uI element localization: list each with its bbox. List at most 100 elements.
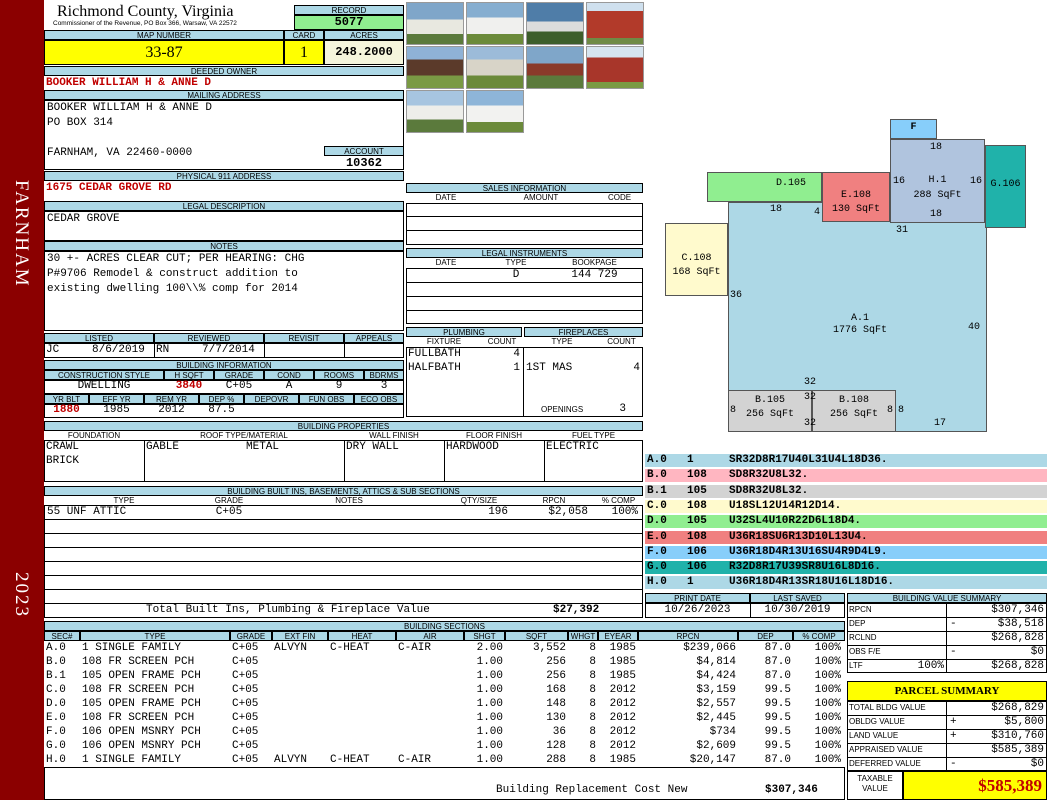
physical-address: 1675 CEDAR GROVE RD	[46, 182, 172, 194]
sections-col-header: EXT FIN	[272, 631, 328, 641]
bdrms-value: 3	[380, 380, 388, 392]
sketch-b1-area: 256 SqFt	[745, 409, 794, 420]
map-number: 33-87	[44, 40, 284, 65]
section-cell: G.0	[46, 740, 66, 752]
vector-row[interactable]: E.0 108 U36R18SU6R13D10L13U4.	[645, 530, 1047, 544]
legal-description-label: LEGAL DESCRIPTION	[44, 201, 404, 211]
section-cell: 8	[589, 754, 596, 766]
section-row[interactable]: B.0 108 FR SCREEN PCH C+05 1.00 256 8 1985 $4,8…	[44, 655, 845, 669]
bvs-rpcn-label: RPCN	[849, 605, 872, 614]
vector-vec: SR32D8R17U40L31U4L18D36.	[729, 454, 888, 466]
vector-row[interactable]: F.0 106 U36R18D4R13U16SU4R9D4L9.	[645, 545, 1047, 559]
notes-line1: 30 +- ACRES CLEAR CUT; PER HEARING: CHG	[47, 253, 305, 265]
section-row[interactable]: F.0 106 OPEN MSNRY PCH C+05 1.00 36 8 2012 $734…	[44, 725, 845, 739]
vector-row[interactable]: D.0 105 U32SL4U10R22D6L18D4.	[645, 515, 1047, 529]
li-h-bookpage: BOOKPAGE	[572, 258, 617, 267]
building-info-label: BUILDING INFORMATION	[44, 360, 404, 370]
section-row[interactable]: A.0 1 SINGLE FAMILY C+05 ALVYN C-HEAT C-AIR 2.…	[44, 641, 845, 655]
section-cell: 100%	[814, 740, 841, 752]
acres-label: ACRES	[324, 30, 404, 40]
house-photo-6[interactable]	[466, 90, 524, 133]
h-wall: WALL FINISH	[369, 431, 419, 440]
plumb-count-1: 4	[513, 348, 520, 360]
section-cell: 108 FR SCREEN PCH	[82, 656, 195, 668]
sections-col-header: SHGT	[464, 631, 505, 641]
bvs-obs: $0	[1030, 646, 1044, 658]
floor-finish: HARDWOOD	[446, 441, 499, 453]
dim-16-h-left: 16	[893, 176, 906, 187]
section-cell: 2012	[609, 740, 636, 752]
bvs-ltf: $268,828	[991, 660, 1044, 672]
bi-h-grade: GRADE	[214, 496, 244, 505]
card-label: CARD	[284, 30, 324, 40]
cond-value: A	[285, 380, 293, 392]
barn-photo-1[interactable]	[586, 2, 644, 45]
vector-vec: U36R18D4R13U16SU4R9D4L9.	[729, 545, 888, 558]
last-saved-label: LAST SAVED	[750, 593, 845, 603]
bi-h-type: TYPE	[113, 496, 135, 505]
h-rooms: ROOMS	[314, 370, 364, 380]
print-date: 10/26/2023	[664, 604, 731, 616]
section-cell: 100%	[814, 670, 841, 682]
vector-row[interactable]: B.0 108 SD8R32U8L32.	[645, 469, 1047, 483]
account-number: 10362	[345, 156, 382, 170]
dim-40: 40	[968, 322, 981, 333]
section-cell: 1.00	[476, 726, 503, 738]
vector-id: C.0	[647, 499, 667, 512]
section-cell: 99.5	[764, 740, 791, 752]
section-cell: C-AIR	[398, 754, 432, 766]
section-cell: 8	[589, 642, 596, 654]
sections-col-header: RPCN	[638, 631, 738, 641]
section-row[interactable]: C.0 108 FR SCREEN PCH C+05 1.00 168 8 2012 $3,1…	[44, 683, 845, 697]
bi-h-comp: % COMP	[601, 496, 636, 505]
barn-photo-2[interactable]	[586, 46, 644, 89]
section-row[interactable]: B.1 105 OPEN FRAME PCH C+05 1.00 256 8 1985 $4,…	[44, 669, 845, 683]
section-row[interactable]: E.0 108 FR SCREEN PCH C+05 1.00 130 8 2012 $2,4…	[44, 711, 845, 725]
section-cell: 87.0	[764, 670, 791, 682]
section-row[interactable]: D.0 105 OPEN FRAME PCH C+05 1.00 148 8 2012 $2,…	[44, 697, 845, 711]
print-date-label: PRINT DATE	[645, 593, 750, 603]
dep-value: 87.5	[208, 404, 235, 416]
house-photo-5[interactable]	[406, 90, 464, 133]
bi-h-notes: NOTES	[335, 496, 363, 505]
sections-col-header: AIR	[396, 631, 464, 641]
section-cell: C.0	[46, 684, 66, 696]
house-photo-3[interactable]	[526, 2, 584, 45]
section-cell: $20,147	[689, 754, 736, 766]
section-row[interactable]: G.0 106 OPEN MSNRY PCH C+05 1.00 128 8 2012 $2,…	[44, 739, 845, 753]
sections-col-header: WHGT	[568, 631, 598, 641]
house-photo-1[interactable]	[406, 2, 464, 45]
section-cell: 1.00	[476, 670, 503, 682]
rooms-value: 9	[335, 380, 343, 392]
bvs-dep-label: DEP	[849, 619, 866, 628]
shed-photo-1[interactable]	[406, 46, 464, 89]
sketch-h-area: 288 SqFt	[913, 190, 962, 201]
vector-row[interactable]: H.0 1 U36R18D4R13SR18U16L18D16.	[645, 576, 1047, 590]
house-photo-2[interactable]	[466, 2, 524, 45]
house-photo-4[interactable]	[466, 46, 524, 89]
section-cell: C+05	[232, 754, 259, 766]
section-cell: 8	[589, 698, 596, 710]
sections-col-header: EYEAR	[598, 631, 638, 641]
vector-row[interactable]: B.1 105 SD8R32U8L32.	[645, 484, 1047, 498]
notes-label: NOTES	[44, 241, 404, 251]
section-row[interactable]: H.0 1 SINGLE FAMILY C+05 ALVYN C-HEAT C-AIR 1.…	[44, 753, 845, 767]
vector-row[interactable]: C.0 108 U18SL12U14R12D14.	[645, 499, 1047, 513]
sketch-c-name: C.108	[681, 253, 712, 264]
section-cell: 87.0	[764, 754, 791, 766]
section-cell: 8	[589, 670, 596, 682]
vector-row[interactable]: A.0 1 SR32D8R17U40L31U4L18D36.	[645, 454, 1047, 467]
section-cell: 1.00	[476, 684, 503, 696]
dim-17: 17	[934, 418, 947, 429]
section-cell: 2012	[609, 726, 636, 738]
section-cell: 108 FR SCREEN PCH	[82, 712, 195, 724]
dim-32-a: 32	[804, 377, 817, 388]
section-cell: C+05	[232, 740, 259, 752]
dim-8-a: 8	[730, 405, 737, 416]
bvs-rclnd: $268,828	[991, 632, 1044, 644]
vector-row[interactable]: G.0 106 R32D8R17U39SR8U16L8D16.	[645, 561, 1047, 575]
section-cell: C+05	[232, 698, 259, 710]
reviewed-date: 7/7/2014	[202, 344, 255, 356]
shed-photo-2[interactable]	[526, 46, 584, 89]
construction-style: DWELLING	[77, 380, 131, 392]
